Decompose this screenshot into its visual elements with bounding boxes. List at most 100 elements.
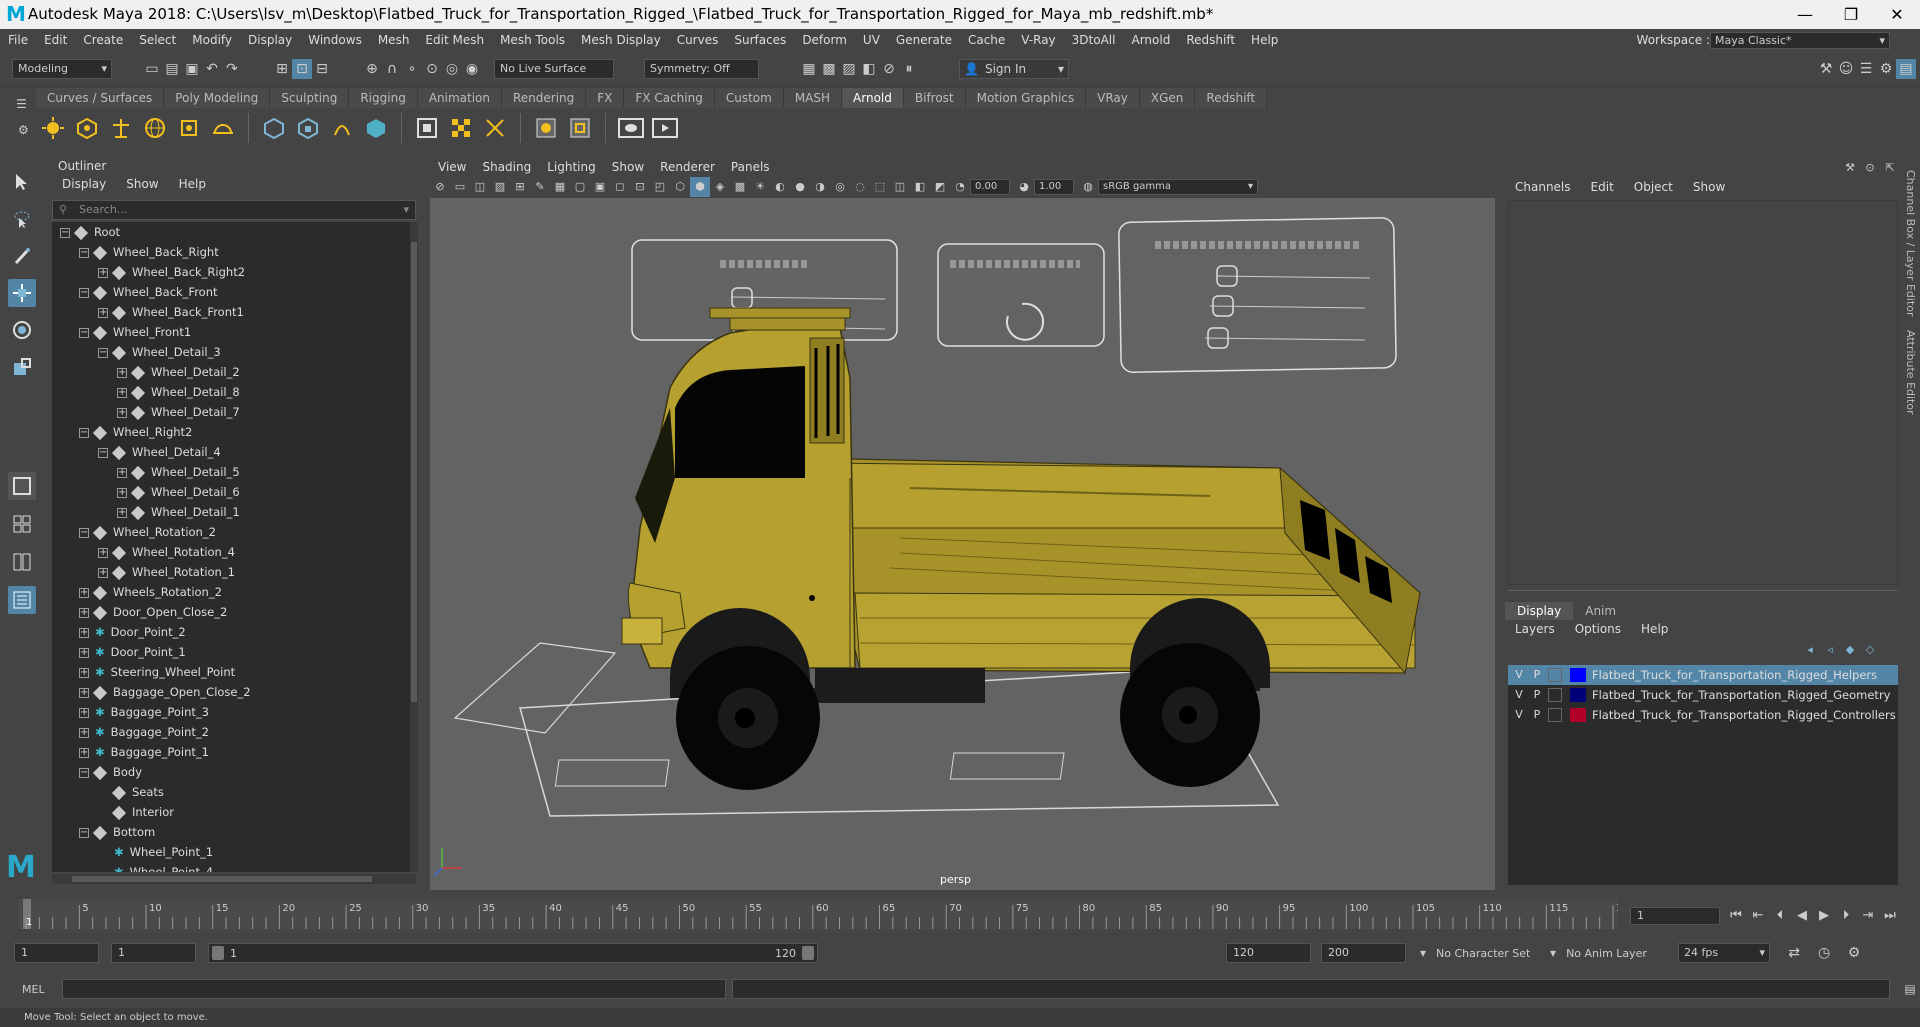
outliner-search-input[interactable]: ⚲ Search... ▾ bbox=[52, 200, 416, 220]
expand-icon[interactable]: + bbox=[98, 267, 108, 278]
shelf-tab-rendering[interactable]: Rendering bbox=[502, 88, 587, 108]
layer-playback-toggle[interactable]: P bbox=[1530, 705, 1544, 725]
gate-mask-icon[interactable]: ◻ bbox=[610, 177, 630, 197]
outliner-item[interactable]: − Wheel_Right2 bbox=[52, 422, 414, 442]
outliner-vertical-scrollbar[interactable] bbox=[410, 222, 418, 872]
toggle-channel-box-icon[interactable]: ⚒ bbox=[1840, 158, 1860, 178]
character-controls-icon[interactable]: ☺ bbox=[1836, 59, 1856, 79]
menu-generate[interactable]: Generate bbox=[888, 29, 960, 51]
snap-point-icon[interactable]: ∘ bbox=[402, 59, 422, 79]
menu-modify[interactable]: Modify bbox=[184, 29, 240, 51]
go-to-end-icon[interactable]: ⏭ bbox=[1879, 908, 1901, 923]
collapse-icon[interactable]: − bbox=[98, 347, 108, 358]
layer-menu-layers[interactable]: Layers bbox=[1505, 620, 1565, 638]
snap-grid-icon[interactable]: ⊕ bbox=[362, 59, 382, 79]
menu-select[interactable]: Select bbox=[131, 29, 184, 51]
move-layer-down-icon[interactable]: ◃ bbox=[1820, 640, 1840, 660]
isolate-select-icon[interactable]: ⬚ bbox=[870, 177, 890, 197]
xray-joints-icon[interactable]: ◧ bbox=[910, 177, 930, 197]
outliner-item[interactable]: − Bottom bbox=[52, 822, 414, 842]
arnold-render-view-icon[interactable]: ⊘ bbox=[879, 59, 899, 79]
layer-visibility-toggle[interactable]: V bbox=[1512, 705, 1526, 725]
attribute-editor-icon[interactable]: ☰ bbox=[1856, 59, 1876, 79]
ambient-occlusion-icon[interactable]: ● bbox=[790, 177, 810, 197]
select-object-icon[interactable]: ⊡ bbox=[292, 58, 312, 79]
menu-arnold[interactable]: Arnold bbox=[1123, 29, 1178, 51]
outliner-item[interactable]: + Wheels_Rotation_2 bbox=[52, 582, 414, 602]
channel-box-menu-show[interactable]: Show bbox=[1683, 178, 1735, 196]
outliner-item[interactable]: + Wheel_Back_Front1 bbox=[52, 302, 414, 322]
outliner-item[interactable]: + Wheel_Detail_6 bbox=[52, 482, 414, 502]
physical-sky-icon[interactable] bbox=[208, 113, 238, 143]
depth-of-field-icon[interactable]: ◌ bbox=[850, 177, 870, 197]
shelf-menu-icon[interactable]: ☰ bbox=[16, 97, 28, 111]
play-backwards-icon[interactable]: ◀ bbox=[1791, 908, 1813, 923]
outliner-item[interactable]: − Wheel_Detail_4 bbox=[52, 442, 414, 462]
step-forward-frame-icon[interactable]: ⏵ bbox=[1835, 908, 1857, 923]
layer-color-swatch[interactable] bbox=[1570, 668, 1586, 682]
play-forwards-icon[interactable]: ▶ bbox=[1813, 908, 1835, 923]
expand-icon[interactable]: + bbox=[117, 507, 127, 518]
scale-tool-icon[interactable] bbox=[8, 353, 36, 381]
outliner-item[interactable]: + ✱ Baggage_Point_3 bbox=[52, 702, 414, 722]
viewport-menu-panels[interactable]: Panels bbox=[723, 158, 778, 176]
outliner-item[interactable]: + Wheel_Detail_1 bbox=[52, 502, 414, 522]
menu-surfaces[interactable]: Surfaces bbox=[726, 29, 794, 51]
collapse-icon[interactable]: − bbox=[60, 227, 70, 238]
motion-blur-icon[interactable]: ◑ bbox=[810, 177, 830, 197]
mode-dropdown[interactable]: Modeling ▾ bbox=[12, 58, 112, 79]
outliner-item[interactable]: + Wheel_Detail_7 bbox=[52, 402, 414, 422]
shelf-tab-fx[interactable]: FX bbox=[586, 88, 625, 108]
render-view-icon[interactable] bbox=[412, 113, 442, 143]
flush-cache-icon[interactable] bbox=[480, 113, 510, 143]
xray-icon[interactable]: ◫ bbox=[890, 177, 910, 197]
menu-file[interactable]: File bbox=[0, 29, 36, 51]
range-end-handle[interactable] bbox=[802, 946, 814, 960]
outliner-item[interactable]: + ✱ Baggage_Point_2 bbox=[52, 722, 414, 742]
move-layer-up-icon[interactable]: ◂ bbox=[1800, 640, 1820, 660]
perspective-viewport[interactable] bbox=[430, 198, 1495, 890]
color-management-icon[interactable]: ◍ bbox=[1078, 177, 1098, 197]
shelf-tab-sculpting[interactable]: Sculpting bbox=[270, 88, 350, 108]
outliner-item[interactable]: − Wheel_Back_Right bbox=[52, 242, 414, 262]
create-layer-from-selected-icon[interactable]: ◇ bbox=[1860, 640, 1880, 660]
layer-row[interactable]: V P Flatbed_Truck_for_Transportation_Rigge… bbox=[1508, 665, 1898, 685]
shelf-tab-bifrost[interactable]: Bifrost bbox=[903, 88, 966, 108]
shadows-icon[interactable]: ◐ bbox=[770, 177, 790, 197]
light-portal-icon[interactable] bbox=[174, 113, 204, 143]
outliner-item[interactable]: − Body bbox=[52, 762, 414, 782]
expand-icon[interactable]: + bbox=[79, 667, 89, 678]
character-set-dropdown[interactable]: No Character Set bbox=[1436, 947, 1546, 960]
expand-icon[interactable]: + bbox=[79, 747, 89, 758]
outliner-item[interactable]: − Wheel_Front1 bbox=[52, 322, 414, 342]
playback-end-field[interactable]: 120 bbox=[1226, 943, 1311, 963]
shelf-tab-mash[interactable]: MASH bbox=[783, 88, 843, 108]
color-space-dropdown[interactable]: sRGB gamma ▾ bbox=[1098, 179, 1258, 195]
anim-layer-dropdown[interactable]: No Anim Layer bbox=[1566, 947, 1666, 960]
smooth-shade-icon[interactable]: ⬢ bbox=[690, 177, 710, 197]
expand-icon[interactable]: + bbox=[98, 547, 108, 558]
bookmarks-icon[interactable]: ◫ bbox=[470, 177, 490, 197]
channel-box-area[interactable] bbox=[1508, 200, 1898, 585]
single-perspective-layout-icon[interactable] bbox=[8, 472, 36, 500]
layer-playback-toggle[interactable]: P bbox=[1530, 685, 1544, 705]
outliner-item[interactable]: + Wheel_Rotation_1 bbox=[52, 562, 414, 582]
outliner-item[interactable]: + Wheel_Detail_8 bbox=[52, 382, 414, 402]
animation-end-field[interactable]: 200 bbox=[1321, 943, 1406, 963]
outliner-item[interactable]: + Wheel_Detail_2 bbox=[52, 362, 414, 382]
shelf-tab-fx-caching[interactable]: FX Caching bbox=[624, 88, 715, 108]
tool-settings-icon[interactable]: ⚙ bbox=[1876, 59, 1896, 79]
hypershade-icon[interactable]: ◧ bbox=[859, 59, 879, 79]
save-scene-icon[interactable]: ▣ bbox=[182, 59, 202, 79]
expand-icon[interactable]: + bbox=[117, 367, 127, 378]
outliner-item[interactable]: ✱ Wheel_Point_1 bbox=[52, 842, 414, 862]
outliner-item[interactable]: + ✱ Door_Point_2 bbox=[52, 622, 414, 642]
skydome-light-icon[interactable] bbox=[38, 113, 68, 143]
side-tab-attribute-editor[interactable]: Attribute Editor bbox=[1904, 330, 1917, 415]
script-editor-icon[interactable]: ▤ bbox=[1900, 979, 1920, 999]
layer-color-swatch[interactable] bbox=[1570, 708, 1586, 722]
render-settings-icon[interactable]: ▨ bbox=[839, 59, 859, 79]
menu-uv[interactable]: UV bbox=[855, 29, 888, 51]
gamma-icon[interactable]: ◕ bbox=[1014, 177, 1034, 197]
menu-help[interactable]: Help bbox=[1243, 29, 1286, 51]
